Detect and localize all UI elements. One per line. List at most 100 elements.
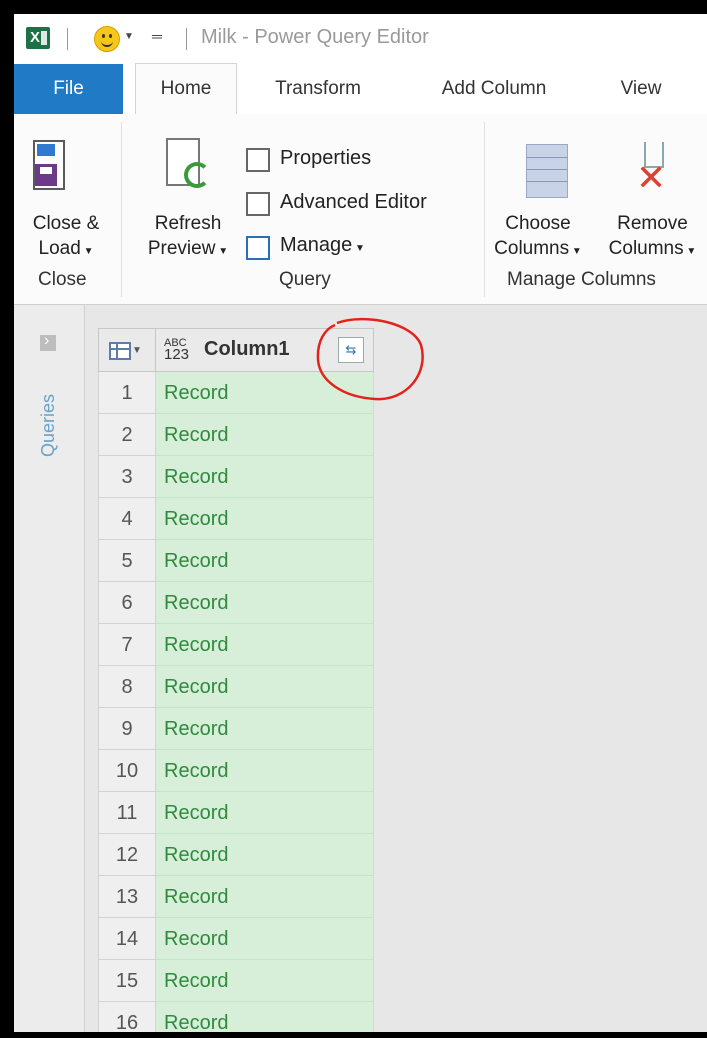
table-row[interactable]: 12 Record	[98, 834, 374, 876]
chevron-down-icon: ▼	[683, 246, 697, 257]
queries-pane[interactable]: Queries	[14, 305, 85, 1032]
close-and-load-label-1: Close &	[32, 213, 100, 234]
choose-columns-button[interactable]: Choose Columns ▼	[484, 211, 592, 264]
chevron-down-icon: ▼	[569, 246, 582, 257]
expand-pane-icon[interactable]	[40, 332, 56, 351]
properties-button[interactable]: Properties	[280, 147, 371, 170]
queries-pane-label[interactable]: Queries	[38, 394, 59, 457]
close-and-load-button[interactable]: Close & Load ▼	[14, 211, 118, 264]
choose-columns-icon	[526, 144, 568, 198]
record-cell[interactable]: Record	[156, 834, 374, 876]
refresh-preview-button[interactable]: Refresh Preview ▼	[132, 211, 244, 264]
type-icon-number: 123	[164, 346, 190, 363]
record-cell[interactable]: Record	[156, 876, 374, 918]
row-number[interactable]: 3	[98, 456, 156, 498]
advanced-editor-icon	[246, 192, 270, 216]
table-row[interactable]: 3 Record	[98, 456, 374, 498]
row-number[interactable]: 10	[98, 750, 156, 792]
record-cell[interactable]: Record	[156, 666, 374, 708]
table-row[interactable]: 8 Record	[98, 666, 374, 708]
table-row[interactable]: 10 Record	[98, 750, 374, 792]
record-cell[interactable]: Record	[156, 372, 374, 414]
record-cell[interactable]: Record	[156, 456, 374, 498]
manage-label: Manage	[280, 234, 353, 256]
group-label-close: Close	[38, 269, 87, 290]
record-cell[interactable]: Record	[156, 540, 374, 582]
chevron-down-icon: ▼	[80, 246, 94, 257]
customize-toolbar-icon[interactable]: ═	[152, 28, 162, 44]
table-row[interactable]: 14 Record	[98, 918, 374, 960]
remove-columns-label-1: Remove	[617, 213, 688, 234]
record-cell[interactable]: Record	[156, 918, 374, 960]
chevron-down-icon[interactable]: ▼	[124, 31, 134, 42]
row-number[interactable]: 7	[98, 624, 156, 666]
power-query-window: X ▼ ═ Milk - Power Query Editor File Hom…	[14, 14, 707, 1032]
record-cell[interactable]: Record	[156, 624, 374, 666]
record-cell[interactable]: Record	[156, 750, 374, 792]
row-number[interactable]: 15	[98, 960, 156, 1002]
separator	[67, 28, 68, 50]
column-header[interactable]: ABC 123 Column1 ⇆	[156, 328, 374, 372]
tab-transform[interactable]: Transform	[257, 64, 379, 114]
row-number[interactable]: 4	[98, 498, 156, 540]
record-cell[interactable]: Record	[156, 1002, 374, 1032]
row-number[interactable]: 16	[98, 1002, 156, 1032]
table-row[interactable]: 9 Record	[98, 708, 374, 750]
advanced-editor-button[interactable]: Advanced Editor	[280, 191, 427, 214]
window-title: Milk - Power Query Editor	[201, 26, 429, 48]
record-cell[interactable]: Record	[156, 708, 374, 750]
divider	[121, 122, 122, 297]
row-number[interactable]: 11	[98, 792, 156, 834]
divider	[484, 122, 485, 297]
remove-columns-button[interactable]: Remove Columns ▼	[598, 211, 707, 264]
choose-columns-label-2: Columns	[494, 238, 570, 259]
table-row[interactable]: 11 Record	[98, 792, 374, 834]
table-row[interactable]: 1 Record	[98, 372, 374, 414]
column-name[interactable]: Column1	[204, 338, 290, 361]
row-number[interactable]: 13	[98, 876, 156, 918]
remove-columns-label-2: Columns	[608, 238, 684, 259]
tab-home[interactable]: Home	[135, 63, 237, 115]
record-cell[interactable]: Record	[156, 414, 374, 456]
ribbon-tabs: File Home Transform Add Column View	[14, 63, 707, 115]
excel-icon[interactable]: X	[26, 27, 50, 49]
any-type-icon[interactable]: ABC 123	[164, 338, 190, 363]
record-cell[interactable]: Record	[156, 960, 374, 1002]
tab-view[interactable]: View	[606, 64, 676, 114]
properties-icon	[246, 148, 270, 172]
record-cell[interactable]: Record	[156, 582, 374, 624]
record-cell[interactable]: Record	[156, 498, 374, 540]
group-label-manage-columns: Manage Columns	[507, 269, 656, 290]
row-number[interactable]: 9	[98, 708, 156, 750]
table-menu-button[interactable]: ▼	[98, 328, 156, 372]
title-bar: X ▼ ═ Milk - Power Query Editor	[14, 14, 707, 64]
table-row[interactable]: 6 Record	[98, 582, 374, 624]
manage-icon	[246, 236, 270, 260]
refresh-label-2: Preview	[147, 238, 216, 259]
table-row[interactable]: 16 Record	[98, 1002, 374, 1032]
tab-add-column[interactable]: Add Column	[419, 64, 569, 114]
table-row[interactable]: 15 Record	[98, 960, 374, 1002]
row-number[interactable]: 6	[98, 582, 156, 624]
chevron-down-icon: ▼	[215, 246, 229, 257]
row-number[interactable]: 5	[98, 540, 156, 582]
table-row[interactable]: 7 Record	[98, 624, 374, 666]
expand-column-icon[interactable]: ⇆	[338, 337, 364, 363]
row-number[interactable]: 14	[98, 918, 156, 960]
row-number[interactable]: 2	[98, 414, 156, 456]
group-label-query: Query	[279, 269, 331, 290]
row-number[interactable]: 8	[98, 666, 156, 708]
row-number[interactable]: 1	[98, 372, 156, 414]
tab-file[interactable]: File	[14, 64, 123, 114]
manage-button[interactable]: Manage ▼	[280, 234, 365, 257]
refresh-icon	[166, 138, 210, 188]
separator	[186, 28, 187, 50]
record-cell[interactable]: Record	[156, 792, 374, 834]
table-row[interactable]: 2 Record	[98, 414, 374, 456]
row-number[interactable]: 12	[98, 834, 156, 876]
table-row[interactable]: 4 Record	[98, 498, 374, 540]
table-row[interactable]: 13 Record	[98, 876, 374, 918]
table-row[interactable]: 5 Record	[98, 540, 374, 582]
smiley-icon[interactable]	[94, 26, 120, 52]
close-and-load-label-2: Load	[38, 238, 81, 259]
